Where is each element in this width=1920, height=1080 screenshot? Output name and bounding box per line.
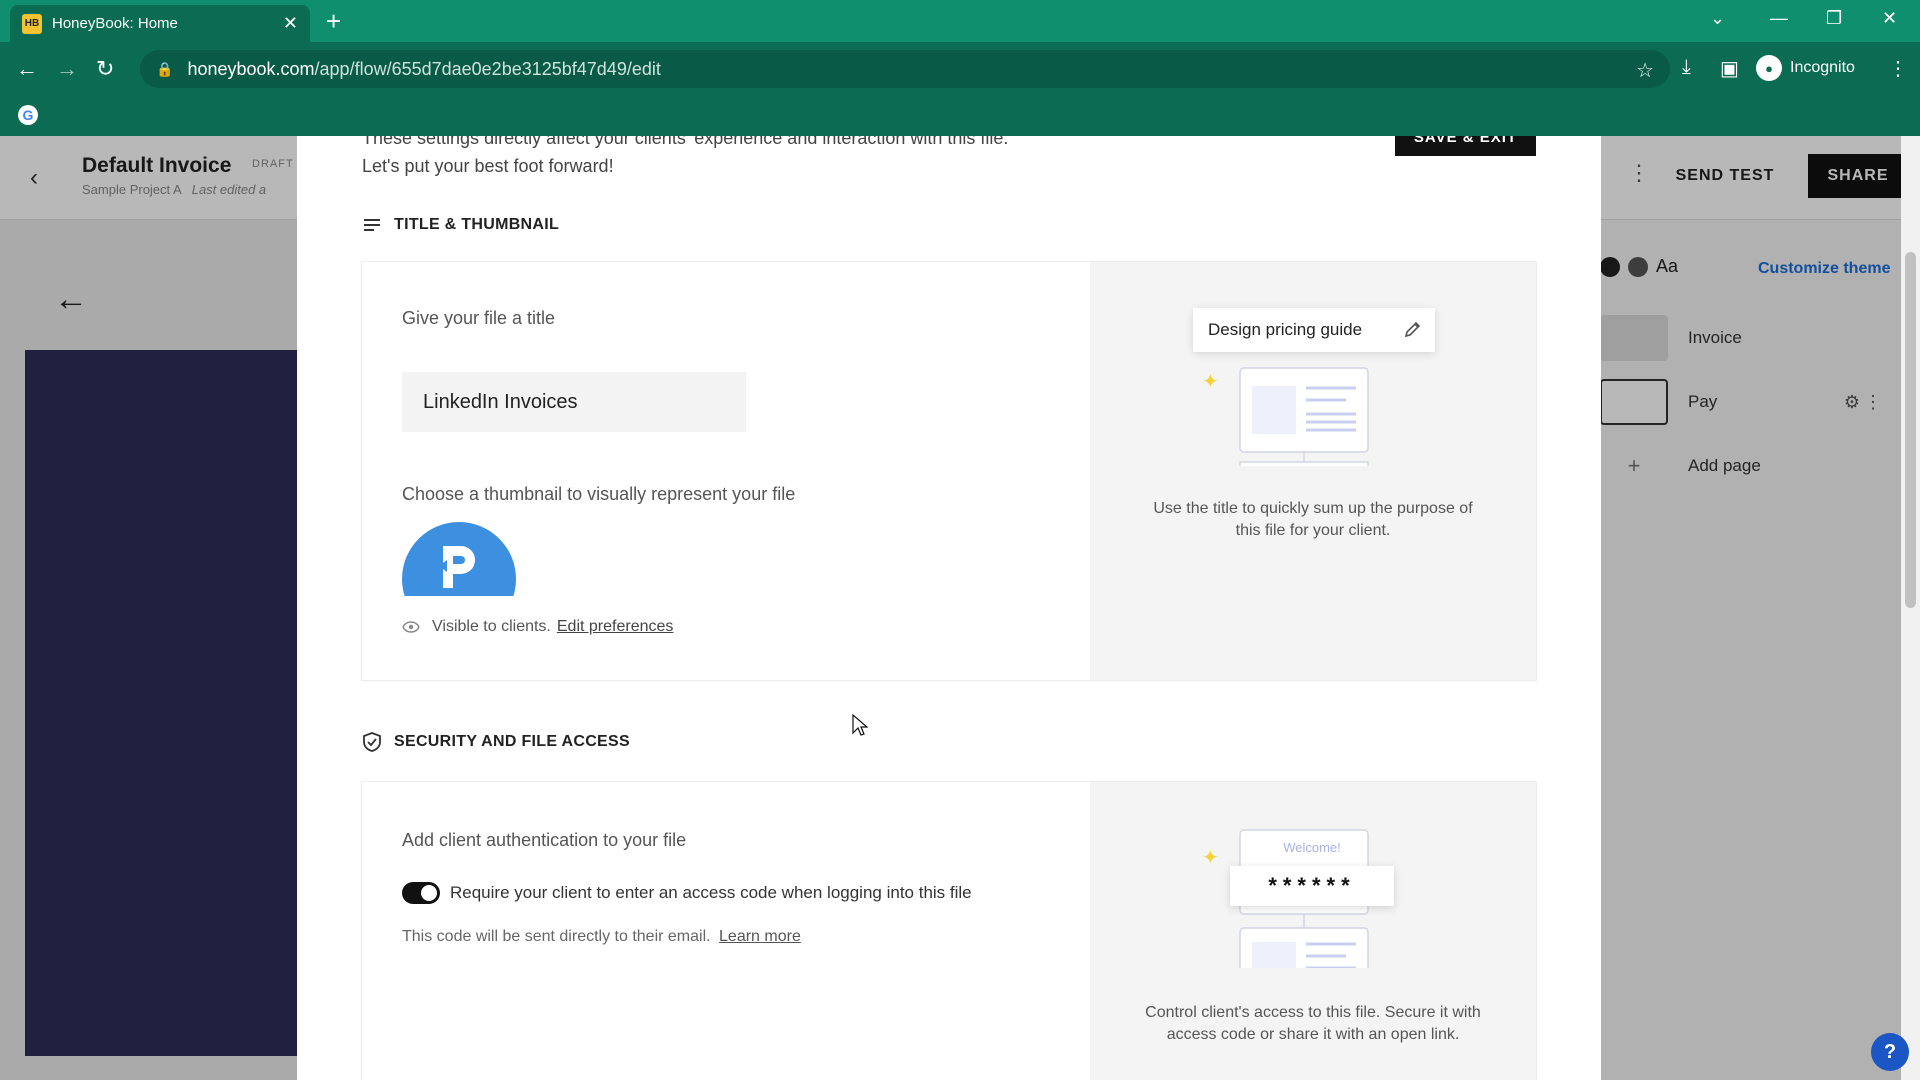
help-button[interactable]: ? xyxy=(1871,1033,1909,1071)
pencil-icon xyxy=(1404,321,1421,338)
title-thumbnail-card: Give your file a title Choose a thumbnai… xyxy=(362,262,1536,680)
save-exit-button[interactable]: SAVE & EXIT xyxy=(1395,136,1536,156)
access-code-toggle[interactable] xyxy=(402,882,440,904)
side-panel-icon[interactable]: ▣ xyxy=(1720,56,1739,81)
text-lines-icon xyxy=(364,219,380,231)
title-label: Give your file a title xyxy=(402,308,556,328)
illustration-title-tag: Design pricing guide xyxy=(1193,308,1435,352)
eye-icon xyxy=(402,621,420,633)
browser-tab-bar: HB HoneyBook: Home ✕ + ⌄ — ❐ ✕ xyxy=(0,0,1920,42)
title-thumbnail-heading: TITLE & THUMBNAIL xyxy=(362,216,559,234)
title-illustration-caption: Use the title to quickly sum up the purp… xyxy=(1153,500,1473,539)
security-illustration-panel: ✦ Welcome! ****** Control client's acces… xyxy=(1090,782,1536,1080)
learn-more-link[interactable]: Learn more xyxy=(719,928,801,945)
lock-icon: 🔒 xyxy=(156,60,174,77)
honeybook-favicon-icon: HB xyxy=(22,13,42,34)
security-card: Add client authentication to your file R… xyxy=(362,782,1536,1080)
page-scrollbar[interactable] xyxy=(1901,136,1920,1080)
security-illustration-caption: Control client's access to this file. Se… xyxy=(1145,1004,1481,1043)
thumbnail-label: Choose a thumbnail to visually represent… xyxy=(402,484,796,504)
document-illustration-icon: ✦ xyxy=(1202,367,1369,466)
reload-icon[interactable]: ↻ xyxy=(96,56,114,82)
new-tab-icon[interactable]: + xyxy=(326,8,341,34)
thumbnail-logo-icon xyxy=(439,546,475,588)
illustration-password-stars: ****** xyxy=(1230,866,1394,906)
minimize-icon[interactable]: — xyxy=(1770,8,1788,29)
auth-label: Add client authentication to your file xyxy=(402,830,687,850)
google-icon[interactable]: G xyxy=(18,105,38,125)
svg-text:✦: ✦ xyxy=(1202,369,1219,393)
restore-icon[interactable]: ❐ xyxy=(1826,8,1842,29)
back-icon[interactable]: ← xyxy=(16,56,38,82)
url-text: honeybook.com/app/flow/655d7dae0e2be3125… xyxy=(187,58,661,79)
address-bar-row: ← → ↻ 🔒 honeybook.com/app/flow/655d7dae0… xyxy=(0,42,1920,96)
browser-menu-icon[interactable]: ⋮ xyxy=(1888,56,1908,81)
bookmark-star-icon[interactable]: ☆ xyxy=(1636,58,1654,83)
illustration-welcome-text: Welcome! xyxy=(1283,840,1341,855)
access-code-toggle-label: Require your client to enter an access c… xyxy=(450,883,972,902)
visibility-row: Visible to clients. Edit preferences xyxy=(402,618,673,636)
omnibox[interactable]: 🔒 honeybook.com/app/flow/655d7dae0e2be31… xyxy=(140,50,1670,88)
svg-text:✦: ✦ xyxy=(1202,845,1219,869)
forward-icon[interactable]: → xyxy=(56,56,78,82)
scrollbar-thumb[interactable] xyxy=(1905,252,1916,608)
file-settings-modal: These settings directly affect your clie… xyxy=(297,136,1601,1080)
close-tab-icon[interactable]: ✕ xyxy=(283,13,298,34)
bookmarks-bar: G xyxy=(0,96,1920,136)
close-window-icon[interactable]: ✕ xyxy=(1882,8,1897,29)
title-illustration-panel: Design pricing guide ✦ Use the title to … xyxy=(1090,262,1536,680)
modal-intro: These settings directly affect your clie… xyxy=(362,136,1009,176)
mouse-cursor-icon xyxy=(852,714,868,736)
edit-preferences-link[interactable]: Edit preferences xyxy=(557,618,674,636)
access-code-note: This code will be sent directly to their… xyxy=(402,928,801,945)
thumbnail-picker[interactable] xyxy=(402,522,516,596)
tab-search-icon[interactable]: ⌄ xyxy=(1710,8,1725,29)
download-icon[interactable]: ⤓ xyxy=(1682,56,1691,79)
incognito-profile[interactable]: ● Incognito xyxy=(1756,52,1855,84)
browser-tab[interactable]: HB HoneyBook: Home ✕ xyxy=(10,5,310,42)
tab-title: HoneyBook: Home xyxy=(52,15,178,32)
shield-icon xyxy=(363,732,381,752)
file-title-input[interactable] xyxy=(402,372,746,432)
security-heading: SECURITY AND FILE ACCESS xyxy=(362,732,630,752)
incognito-icon: ● xyxy=(1756,55,1782,81)
